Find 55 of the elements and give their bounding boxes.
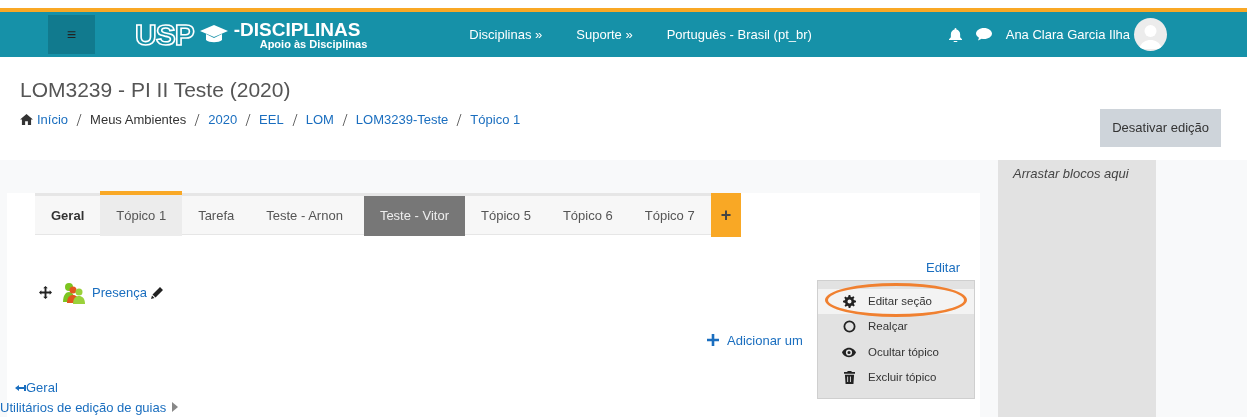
nav-link[interactable]: Português - Brasil (pt_br) (666, 24, 812, 45)
tab[interactable]: Tarefa (182, 196, 251, 236)
circle-icon (842, 320, 856, 334)
people-icon (62, 281, 86, 304)
menu-item[interactable]: Realçar (818, 314, 974, 340)
tab[interactable]: Tópico 6 (546, 196, 629, 236)
slash-icon (341, 113, 348, 126)
breadcrumb-link[interactable]: Tópico 1 (470, 112, 521, 128)
menu-item[interactable]: Ocultar tópico (818, 339, 974, 365)
nav-link[interactable]: Suporte » (576, 24, 633, 45)
tab[interactable]: Geral (35, 196, 101, 236)
site-logo[interactable]: USP -DISCIPLINAS Apoio às Disciplinas (135, 19, 368, 50)
plus-icon[interactable] (707, 334, 719, 347)
move-icon[interactable] (39, 286, 52, 299)
eye-icon (842, 346, 856, 358)
breadcrumb-link[interactable]: EEL (259, 112, 284, 128)
menu-item[interactable]: Editar seção (818, 289, 974, 315)
page-title: LOM3239 - PI II Teste (2020) (20, 77, 292, 103)
utilities-link[interactable]: Utilitários de edição de guias (0, 397, 167, 417)
menu-button[interactable]: ≡ (48, 15, 95, 54)
slash-icon (194, 113, 201, 126)
slash-icon (291, 113, 298, 126)
breadcrumb-item: Meus Ambientes (90, 111, 187, 130)
menu-item[interactable]: Excluir tópico (818, 364, 974, 390)
breadcrumb-link[interactable]: 2020 (208, 112, 238, 128)
chat-icon[interactable] (975, 28, 992, 41)
disable-editing-button[interactable]: Desativar edição (1100, 109, 1221, 147)
user-name[interactable]: Ana Clara Garcia Ilha (1005, 24, 1130, 45)
slash-icon (245, 113, 252, 126)
slash-icon (456, 113, 463, 126)
add-activity-link[interactable]: Adicionar um (727, 330, 803, 350)
tab[interactable]: Teste - Vitor (363, 196, 465, 236)
breadcrumb-link[interactable]: LOM (305, 112, 334, 128)
breadcrumb-link[interactable]: Início (37, 112, 69, 128)
tab[interactable]: Tópico 5 (465, 196, 547, 236)
nav-link[interactable]: Disciplinas » (469, 24, 543, 45)
edit-link[interactable]: Editar (926, 258, 960, 278)
caret-icon[interactable] (172, 402, 179, 413)
trash-icon (842, 370, 856, 384)
avatar-icon[interactable] (1134, 18, 1167, 51)
tab[interactable]: Teste - Arnon (250, 196, 359, 236)
tab[interactable]: Tópico 7 (628, 196, 711, 236)
pencil-icon[interactable] (150, 286, 163, 299)
activity-link[interactable]: Presença (92, 282, 147, 303)
breadcrumb-link[interactable]: LOM3239-Teste (355, 112, 449, 128)
tab[interactable]: Tópico 1 (100, 191, 183, 236)
add-tab-button[interactable]: + (710, 193, 742, 237)
gear-icon (842, 295, 856, 309)
graduation-cap-icon (199, 24, 228, 45)
arrow-icon (15, 384, 26, 391)
back-link[interactable]: Geral (26, 378, 58, 398)
slash-icon (76, 113, 83, 126)
home-icon (20, 114, 33, 126)
bell-icon[interactable] (948, 27, 962, 42)
drop-hint: Arrastar blocos aqui (1011, 165, 1130, 183)
